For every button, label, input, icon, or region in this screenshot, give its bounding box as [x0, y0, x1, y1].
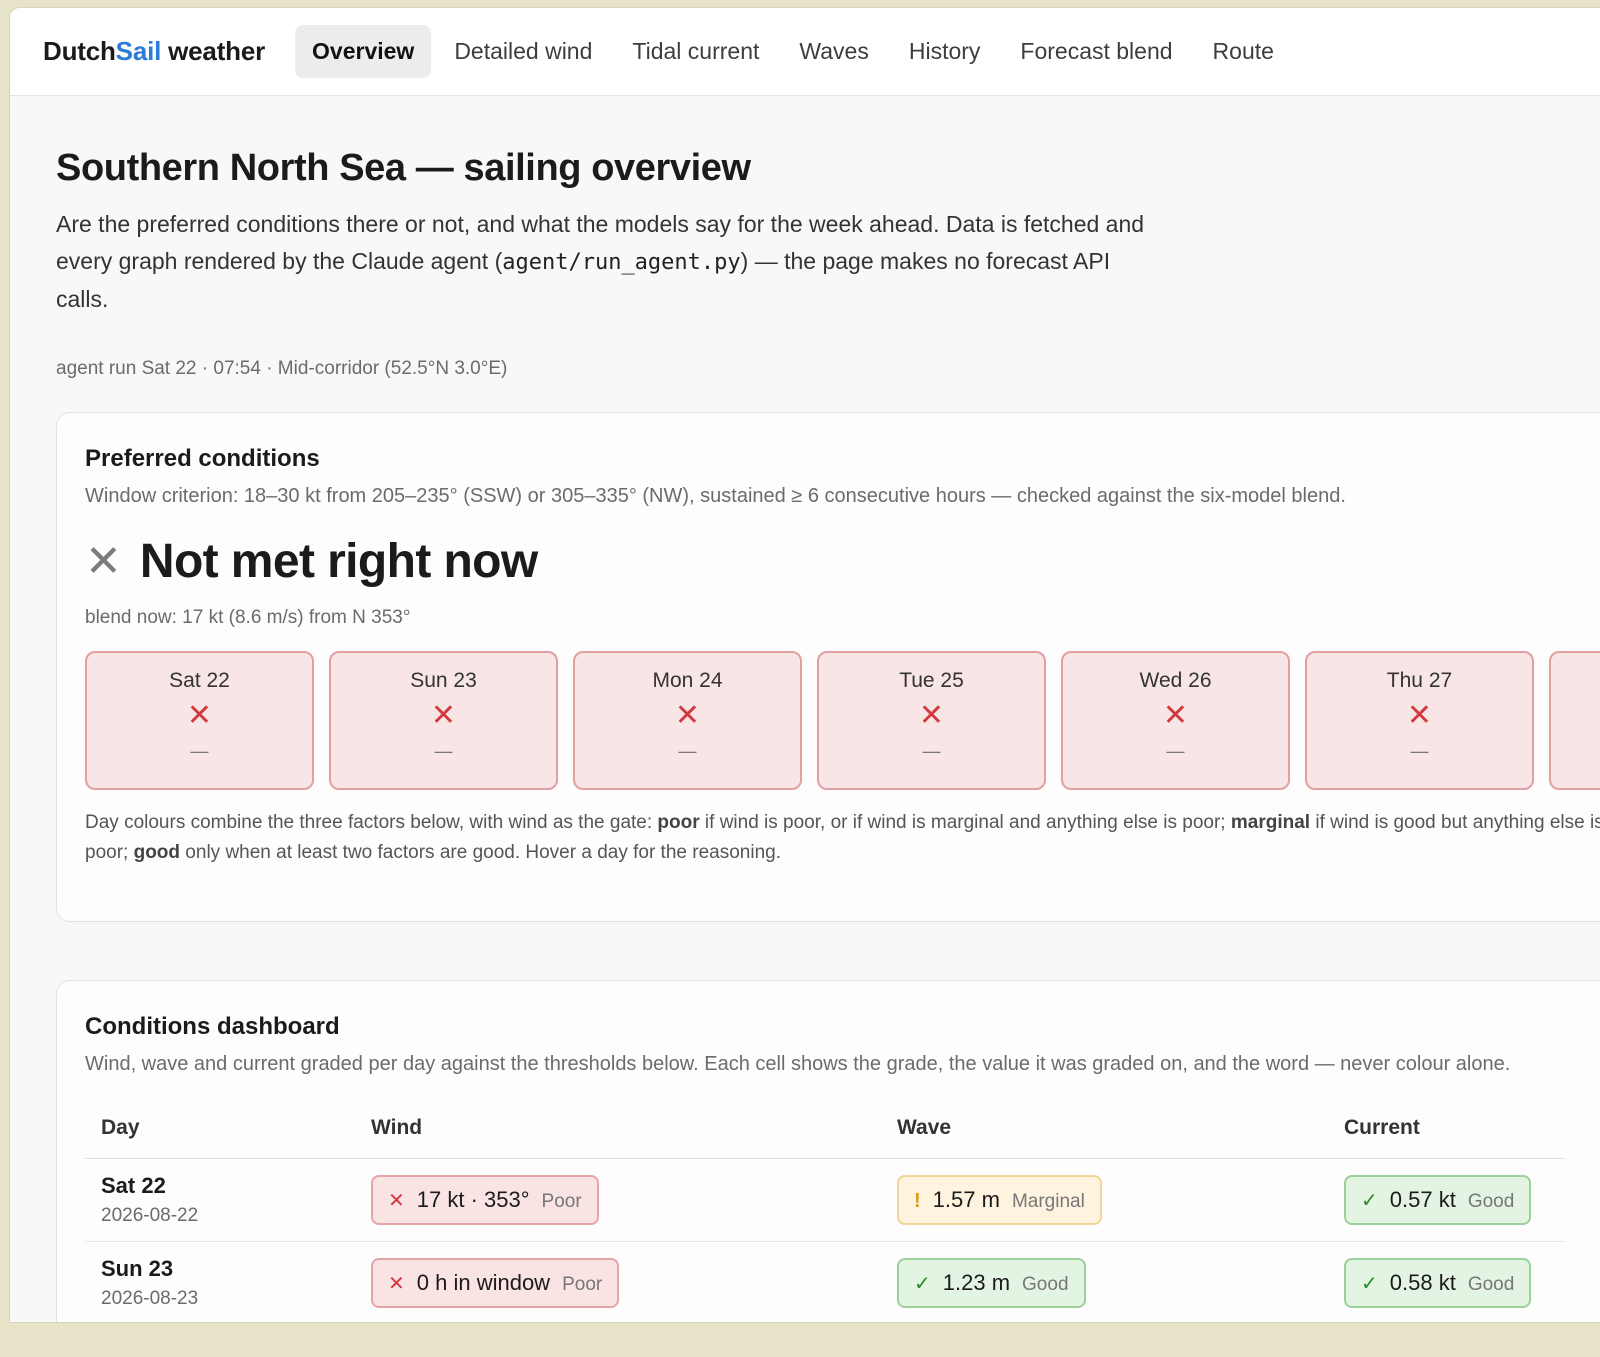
tab-waves[interactable]: Waves [782, 25, 885, 78]
dashboard-title: Conditions dashboard [85, 1013, 340, 1040]
wind-cell: ✕ 0 h in window Poor [355, 1241, 881, 1322]
check-icon: ✓ [1361, 1273, 1378, 1295]
agent-script-path: agent/run_agent.py [502, 249, 741, 275]
tab-detailed-wind[interactable]: Detailed wind [437, 25, 609, 78]
status-row: ✕ Not met right now [85, 534, 1587, 589]
cross-icon: ✕ [1162, 699, 1189, 732]
brand-logo[interactable]: DutchSail weather [43, 36, 265, 67]
wind-value: 0 h in window [416, 1270, 551, 1295]
cross-icon: ✕ [388, 1273, 405, 1295]
preferred-conditions-card: Preferred conditions Window criterion: 1… [56, 412, 1600, 922]
day-window-detail: — [190, 741, 209, 761]
cross-icon: ✕ [1406, 699, 1433, 732]
day-label: Wed 26 [1139, 669, 1212, 692]
wave-cell: ! 1.57 m Marginal [881, 1158, 1328, 1242]
status-headline: Not met right now [139, 535, 538, 588]
day-strip: Sat 22 ✕ — Sun 23 ✕ — Mon 24 ✕ — Tue 25 … [85, 651, 1600, 790]
current-grade-word: Good [1467, 1274, 1515, 1295]
page-title: Southern North Sea — sailing overview [56, 147, 751, 189]
day-colour-legend: Day colours combine the three factors be… [85, 812, 1600, 863]
wave-grade-word: Marginal [1011, 1191, 1085, 1212]
day-label: Tue 25 [899, 669, 964, 692]
current-grade-word: Good [1467, 1191, 1515, 1212]
wind-grade-badge[interactable]: ✕ 17 kt · 353° Poor [371, 1175, 599, 1225]
wave-grade-badge[interactable]: ✓ 1.23 m Good [897, 1258, 1086, 1308]
wind-value: 17 kt · 353° [416, 1187, 530, 1212]
warning-icon: ! [914, 1190, 921, 1212]
day-label: Thu 27 [1386, 669, 1453, 692]
table-row: Sat 22 2026-08-22 ✕ 17 kt · 353° Poor ! … [85, 1158, 1565, 1242]
day-window-detail: — [1166, 741, 1185, 761]
tab-overview[interactable]: Overview [295, 25, 432, 78]
table-row: Sun 23 2026-08-23 ✕ 0 h in window Poor ✓… [85, 1241, 1565, 1322]
day-window-detail: — [1410, 741, 1429, 761]
cross-icon: ✕ [388, 1190, 405, 1212]
wind-cell: ✕ 17 kt · 353° Poor [355, 1158, 881, 1242]
wind-grade-word: Poor [562, 1274, 603, 1295]
agent-run-meta: agent run Sat 22 · 07:54 · Mid-corridor … [56, 357, 508, 379]
day-window-detail: — [678, 741, 697, 761]
current-cell: ✓ 0.58 kt Good [1328, 1241, 1565, 1322]
main-content: Southern North Sea — sailing overview Ar… [56, 147, 1600, 1322]
wave-grade-badge[interactable]: ! 1.57 m Marginal [897, 1175, 1102, 1225]
current-value: 0.58 kt [1389, 1270, 1456, 1295]
row-day-name: Sun 23 [101, 1256, 174, 1281]
day-cell: Sun 23 2026-08-23 [85, 1241, 355, 1322]
tab-history[interactable]: History [892, 25, 998, 78]
row-day-date: 2026-08-22 [101, 1205, 199, 1226]
conditions-table: Day Wind Wave Current Sat 22 2026-08-22 [85, 1102, 1565, 1322]
current-value: 0.57 kt [1389, 1187, 1456, 1212]
cross-icon: ✕ [674, 699, 701, 732]
day-card-wed-26[interactable]: Wed 26 ✕ — [1061, 651, 1290, 790]
dashboard-subtitle: Wind, wave and current graded per day ag… [85, 1053, 1511, 1075]
wind-grade-word: Poor [541, 1191, 582, 1212]
current-cell: ✓ 0.57 kt Good [1328, 1158, 1565, 1242]
current-grade-badge[interactable]: ✓ 0.58 kt Good [1344, 1258, 1532, 1308]
wind-grade-badge[interactable]: ✕ 0 h in window Poor [371, 1258, 620, 1308]
window-criterion: Window criterion: 18–30 kt from 205–235°… [85, 485, 1346, 507]
day-card-tue-25[interactable]: Tue 25 ✕ — [817, 651, 1046, 790]
day-label: Sat 22 [169, 669, 230, 692]
conditions-dashboard-card: Conditions dashboard Wind, wave and curr… [56, 980, 1600, 1322]
day-card-sun-23[interactable]: Sun 23 ✕ — [329, 651, 558, 790]
current-grade-badge[interactable]: ✓ 0.57 kt Good [1344, 1175, 1532, 1225]
day-cell: Sat 22 2026-08-22 [85, 1158, 355, 1242]
wave-grade-word: Good [1022, 1274, 1069, 1295]
close-icon: ✕ [85, 536, 122, 586]
table-header-row: Day Wind Wave Current [85, 1102, 1565, 1159]
day-card-partial[interactable] [1549, 651, 1600, 790]
wave-cell: ✓ 1.23 m Good [881, 1241, 1328, 1322]
tab-route[interactable]: Route [1196, 25, 1291, 78]
row-day-name: Sat 22 [101, 1173, 166, 1198]
day-label: Mon 24 [652, 669, 723, 692]
blend-now: blend now: 17 kt (8.6 m/s) from N 353° [85, 607, 411, 628]
day-card-mon-24[interactable]: Mon 24 ✕ — [573, 651, 802, 790]
day-window-detail: — [922, 741, 941, 761]
wave-value: 1.23 m [942, 1270, 1011, 1295]
column-header-wind: Wind [355, 1102, 881, 1159]
main-nav: Overview Detailed wind Tidal current Wav… [295, 25, 1297, 78]
preferred-conditions-title: Preferred conditions [85, 445, 320, 472]
wave-value: 1.57 m [932, 1187, 1000, 1212]
check-icon: ✓ [1361, 1190, 1378, 1212]
day-card-thu-27[interactable]: Thu 27 ✕ — [1305, 651, 1534, 790]
tab-tidal-current[interactable]: Tidal current [615, 25, 776, 78]
app-window: DutchSail weather Overview Detailed wind… [10, 8, 1600, 1322]
top-navigation-bar: DutchSail weather Overview Detailed wind… [10, 8, 1600, 96]
column-header-current: Current [1328, 1102, 1565, 1159]
check-icon: ✓ [914, 1273, 931, 1295]
column-header-day: Day [85, 1102, 355, 1159]
cross-icon: ✕ [186, 699, 213, 732]
day-card-sat-22[interactable]: Sat 22 ✕ — [85, 651, 314, 790]
cross-icon: ✕ [430, 699, 457, 732]
day-label: Sun 23 [410, 669, 477, 692]
column-header-wave: Wave [881, 1102, 1328, 1159]
page-intro: Are the preferred conditions there or no… [56, 210, 1145, 312]
day-window-detail: — [434, 741, 453, 761]
tab-forecast-blend[interactable]: Forecast blend [1003, 25, 1189, 78]
row-day-date: 2026-08-23 [101, 1288, 199, 1309]
cross-icon: ✕ [918, 699, 945, 732]
